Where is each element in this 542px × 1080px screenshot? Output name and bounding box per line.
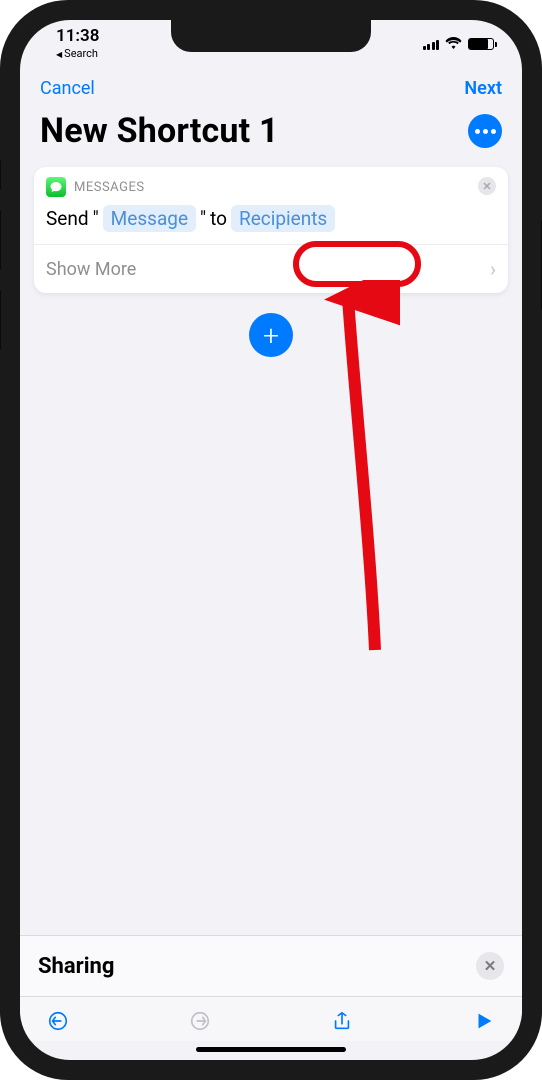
remove-action-button[interactable]: ✕ — [478, 177, 496, 195]
nav-bar: Cancel Next — [20, 68, 522, 107]
close-sharing-button[interactable]: ✕ — [476, 952, 504, 980]
add-action-button[interactable]: + — [249, 313, 293, 357]
status-time: 11:38 — [56, 28, 99, 45]
action-prefix: Send — [46, 207, 89, 230]
action-app-label: MESSAGES — [74, 180, 145, 195]
next-button[interactable]: Next — [464, 78, 502, 99]
message-token[interactable]: Message — [103, 205, 196, 232]
bottom-toolbar — [20, 996, 522, 1041]
undo-button[interactable] — [46, 1009, 70, 1033]
chevron-right-icon: › — [490, 257, 496, 281]
sharing-panel[interactable]: Sharing ✕ — [20, 935, 522, 996]
sharing-title: Sharing — [38, 954, 114, 979]
cellular-signal-icon — [423, 38, 440, 50]
wifi-icon — [445, 34, 462, 54]
show-more-row[interactable]: Show More › — [34, 244, 508, 293]
to-word: to — [210, 207, 227, 230]
title-row: New Shortcut 1 — [20, 107, 522, 167]
more-options-button[interactable] — [468, 114, 502, 148]
battery-icon — [468, 38, 494, 50]
recipients-token[interactable]: Recipients — [231, 205, 335, 232]
messages-app-icon — [46, 177, 66, 197]
play-button[interactable] — [472, 1009, 496, 1033]
back-to-search[interactable]: Search — [56, 47, 98, 60]
phone-frame: 11:38 Search Cancel Next New Shortcut 1 — [0, 0, 542, 1080]
page-title: New Shortcut 1 — [40, 111, 279, 151]
quote-close: " — [200, 207, 206, 230]
quote-open: " — [93, 207, 99, 230]
show-more-label: Show More — [46, 259, 136, 280]
screen: 11:38 Search Cancel Next New Shortcut 1 — [20, 20, 522, 1060]
redo-button — [188, 1009, 212, 1033]
action-body: Send " Message " to Recipients — [34, 201, 508, 244]
notch — [171, 20, 371, 52]
share-button[interactable] — [330, 1009, 354, 1033]
home-indicator[interactable] — [196, 1047, 346, 1052]
cancel-button[interactable]: Cancel — [40, 78, 95, 99]
send-message-action-card: MESSAGES ✕ Send " Message " to Recipient… — [34, 167, 508, 293]
